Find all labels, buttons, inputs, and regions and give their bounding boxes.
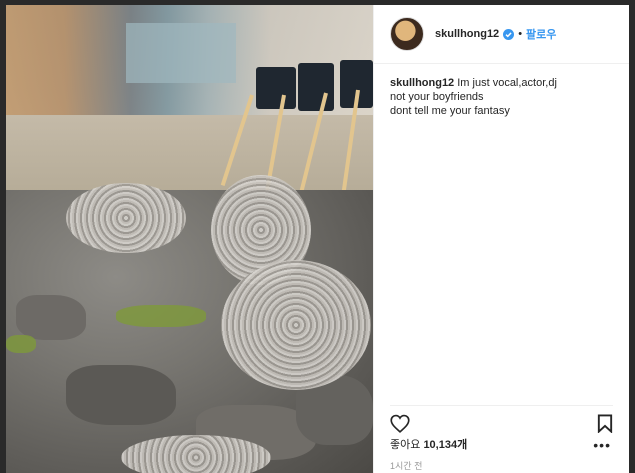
photo-air-plant (221, 260, 371, 390)
photo-chair (298, 63, 334, 111)
avatar[interactable] (390, 17, 424, 51)
photo-air-plant (121, 435, 271, 473)
post-modal: skullhong12 • 팔로우 skullhong12 Im just vo… (6, 5, 629, 473)
photo-moss (6, 335, 36, 353)
caption-line: Im just vocal,actor,dj (457, 77, 557, 89)
more-options-icon[interactable]: ••• (593, 438, 611, 452)
post-actions (390, 405, 613, 436)
photo-chair (256, 67, 296, 109)
caption-username[interactable]: skullhong12 (390, 77, 454, 89)
post-header: skullhong12 • 팔로우 (374, 5, 629, 64)
photo-stone (66, 365, 176, 425)
post-photo[interactable] (6, 5, 373, 473)
photo-stone (16, 295, 86, 340)
verified-badge-icon (503, 28, 515, 40)
photo-moss (116, 305, 206, 327)
caption-line: not your boyfriends (390, 91, 484, 103)
likes-label: 좋아요 (390, 439, 421, 451)
header-username[interactable]: skullhong12 (435, 28, 499, 40)
header-separator: • (518, 28, 523, 40)
bookmark-icon[interactable] (597, 413, 613, 433)
post-caption: skullhong12 Im just vocal,actor,dj not y… (374, 64, 629, 118)
likes-count[interactable]: 좋아요 10,134개 (390, 436, 467, 452)
follow-button[interactable]: 팔로우 (526, 26, 556, 42)
photo-window (126, 23, 236, 83)
photo-air-plant (66, 183, 186, 253)
heart-icon[interactable] (390, 414, 410, 433)
post-sidebar: skullhong12 • 팔로우 skullhong12 Im just vo… (373, 5, 629, 473)
likes-number: 10,134개 (423, 439, 468, 451)
post-timestamp: 1시간 전 (390, 461, 423, 471)
caption-line: dont tell me your fantasy (390, 105, 510, 117)
